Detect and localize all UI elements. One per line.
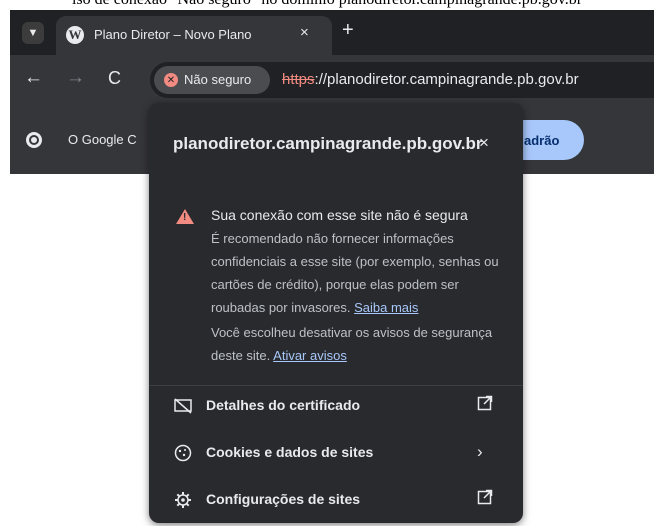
- warning-heading: Sua conexão com esse site não é segura: [211, 207, 468, 223]
- close-icon[interactable]: ×: [479, 133, 489, 153]
- chevron-right-icon: ›: [477, 442, 483, 461]
- tab-title: Plano Diretor – Novo Plano: [94, 27, 252, 42]
- popup-title: planodiretor.campinagrande.pb.gov.br: [173, 134, 483, 153]
- certificate-details-label: Detalhes do certificado: [206, 397, 361, 413]
- chevron-down-icon: ▼: [27, 27, 39, 39]
- back-arrow-icon[interactable]: ←: [24, 68, 43, 88]
- warning-icon: !: [176, 209, 194, 224]
- url-host: ://planodiretor.campinagrande.pb.gov.br: [314, 71, 579, 88]
- cookies-label: Cookies e dados de sites: [206, 444, 374, 460]
- external-link-icon: [477, 395, 493, 416]
- close-icon[interactable]: ×: [300, 24, 309, 41]
- not-secure-icon: ✕: [164, 73, 178, 87]
- enable-warnings-link[interactable]: Ativar avisos: [273, 348, 347, 363]
- cookies-row[interactable]: Cookies e dados de sites ›: [149, 431, 523, 475]
- cookie-icon: [173, 443, 193, 463]
- forward-arrow-icon[interactable]: →: [66, 68, 85, 88]
- warnings-disabled-message: Você escolheu desativar os avisos de seg…: [211, 321, 507, 367]
- site-info-popup: planodiretor.campinagrande.pb.gov.br × !…: [149, 103, 523, 523]
- new-tab-button[interactable]: +: [342, 20, 354, 40]
- site-settings-row[interactable]: Configurações de sites: [149, 478, 523, 522]
- address-bar[interactable]: ✕ Não seguro https://planodiretor.campin…: [150, 62, 654, 98]
- page-caption: iso de conexão "Não seguro" no domínio p…: [0, 0, 654, 9]
- toolbar: ← → C ✕ Não seguro https://planodiretor.…: [10, 55, 654, 107]
- reload-icon[interactable]: C: [108, 68, 121, 88]
- security-chip[interactable]: ✕ Não seguro: [154, 66, 270, 94]
- security-chip-label: Não seguro: [184, 72, 252, 87]
- tab-strip: ▼ W Plano Diretor – Novo Plano × +: [10, 10, 654, 55]
- learn-more-link[interactable]: Saiba mais: [354, 300, 418, 315]
- certificate-icon: [173, 396, 193, 416]
- warnings-disabled-text: Você escolheu desativar os avisos de seg…: [211, 325, 493, 363]
- bookmark-label[interactable]: O Google C: [68, 132, 137, 147]
- gear-icon: [173, 490, 193, 510]
- url-protocol: https: [282, 71, 315, 88]
- site-settings-label: Configurações de sites: [206, 491, 361, 507]
- external-link-icon: [477, 489, 493, 510]
- warning-message: Sua conexão com esse site não é segura É…: [211, 204, 507, 319]
- chrome-icon: [26, 132, 42, 148]
- wordpress-icon: W: [66, 26, 84, 44]
- tab-search-button[interactable]: ▼: [22, 22, 44, 44]
- url-text[interactable]: https://planodiretor.campinagrande.pb.go…: [282, 71, 579, 88]
- tab-active[interactable]: W Plano Diretor – Novo Plano ×: [56, 16, 332, 55]
- certificate-details-row[interactable]: Detalhes do certificado: [149, 384, 523, 428]
